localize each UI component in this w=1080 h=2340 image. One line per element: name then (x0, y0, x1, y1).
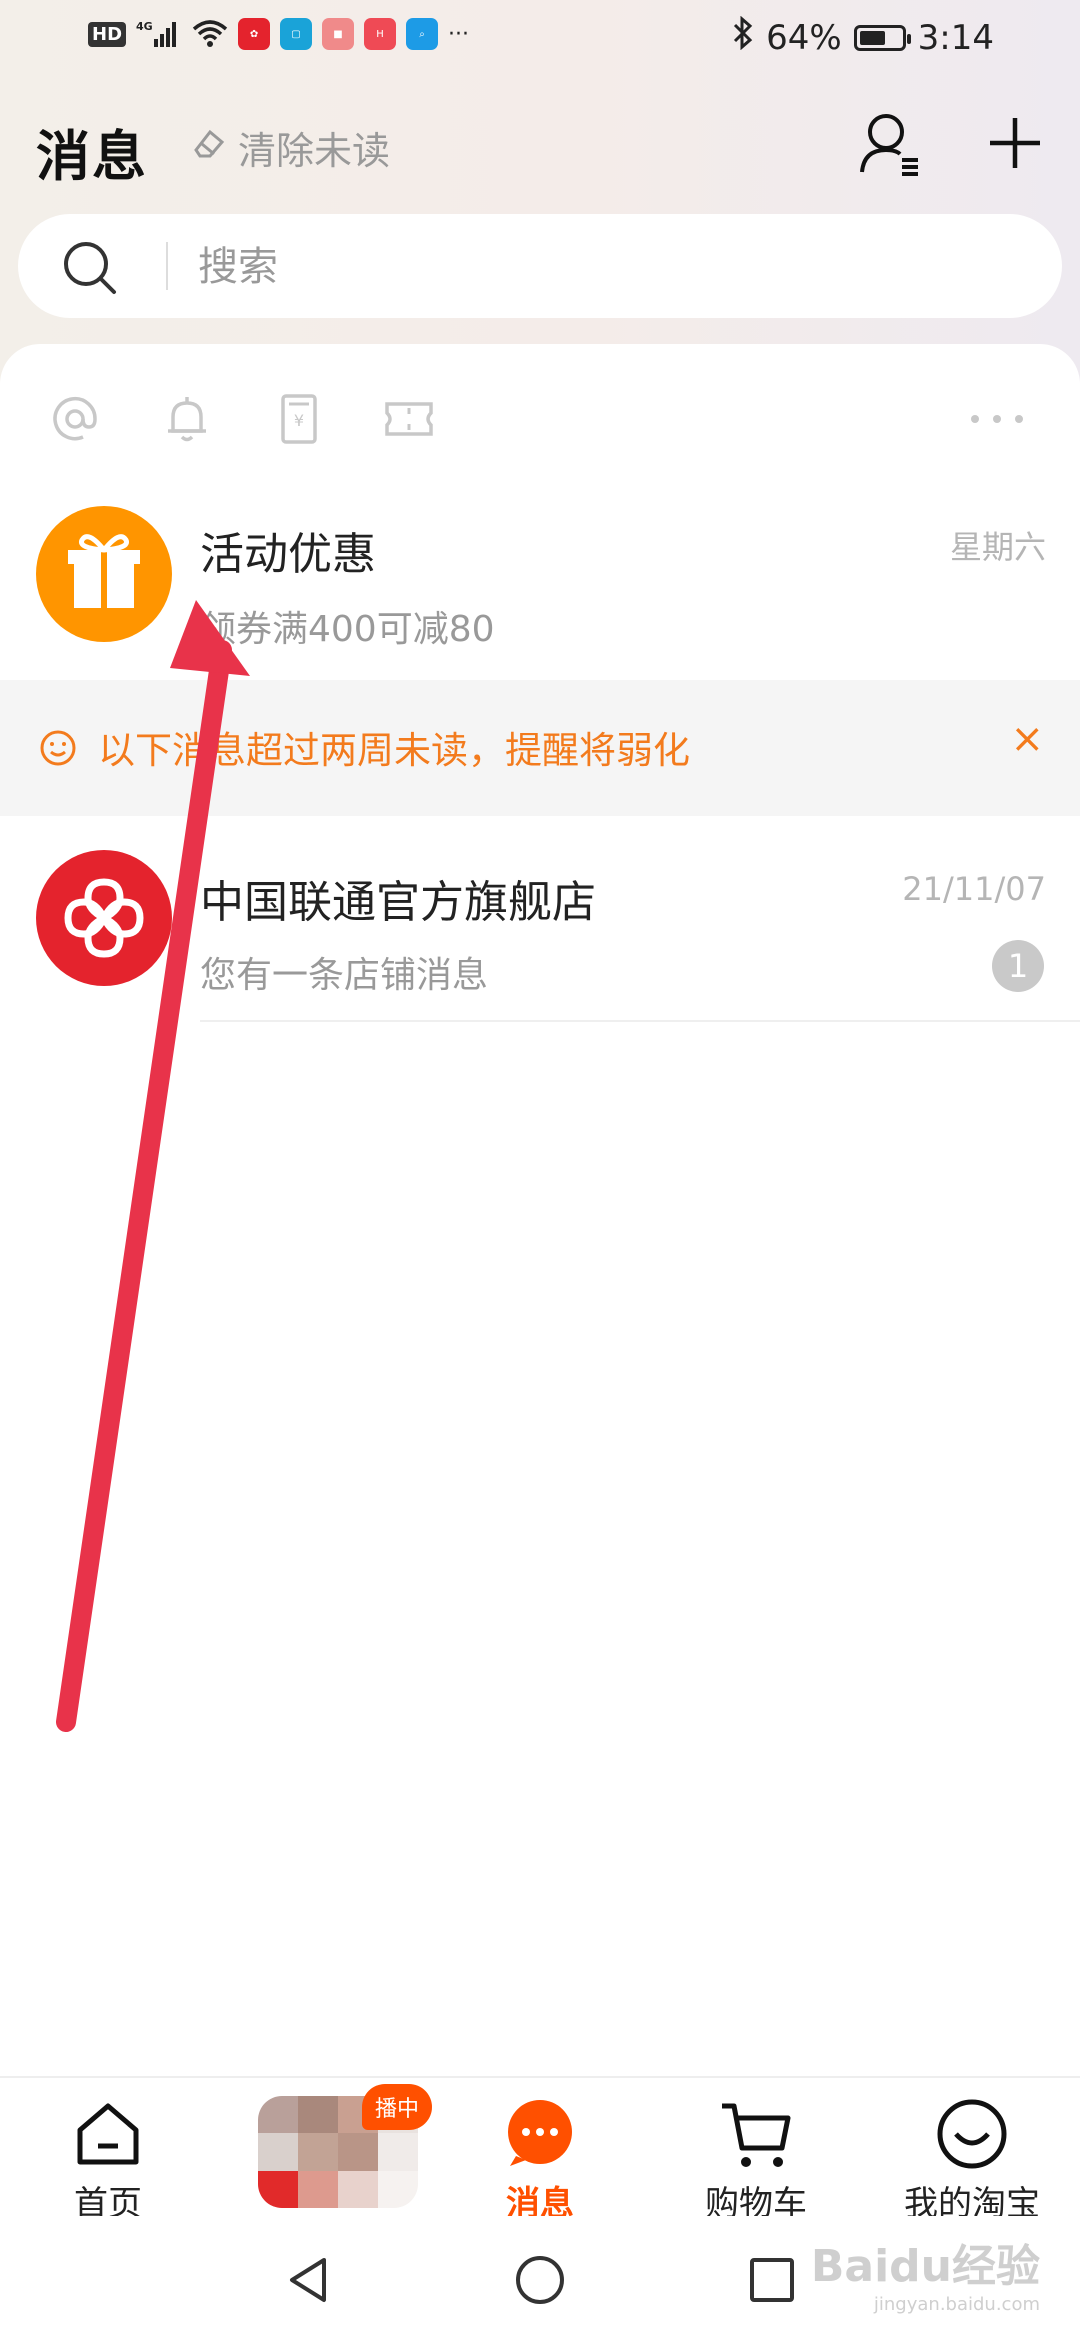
eraser-icon (190, 124, 228, 171)
clear-unread-button[interactable]: 清除未读 (190, 120, 390, 175)
home-circle-icon[interactable] (512, 2252, 568, 2312)
live-stream-tab[interactable]: 播中 (258, 2084, 432, 2208)
close-icon[interactable]: × (1010, 716, 1044, 762)
page-title: 消息 (36, 125, 148, 188)
list-item[interactable]: 活动优惠 领券满400可减80 星期六 (0, 488, 1080, 680)
search-icon (58, 236, 122, 304)
app-notification-icon: ■ (322, 18, 355, 50)
quick-filter-row: ¥ (0, 384, 1080, 464)
message-preview: 领券满400可减80 (200, 609, 495, 650)
list-divider (200, 1020, 1080, 1022)
message-preview: 您有一条店铺消息 (200, 955, 489, 996)
clock: 3:14 (917, 17, 994, 58)
sender-name: 中国联通官方旗舰店 (200, 877, 596, 928)
battery-percent: 64% (766, 17, 842, 58)
app-notification-icon: ▢ (280, 18, 313, 50)
search-bar[interactable] (18, 214, 1062, 318)
status-left: HD 4G ✿ ▢ ■ H ⌕ ··· (88, 18, 469, 50)
live-tag: 播中 (362, 2084, 432, 2130)
battery-icon (853, 24, 911, 51)
list-item[interactable]: 中国联通官方旗舰店 您有一条店铺消息 21/11/07 1 (0, 816, 1080, 1022)
clear-unread-label: 清除未读 (238, 129, 391, 173)
cellular-signal-icon: 4G (136, 19, 182, 49)
watermark-text: Baidu经验 (810, 2241, 1040, 2292)
search-app-icon: ⌕ (406, 18, 439, 50)
tab-mine[interactable]: 我的淘宝 (882, 2088, 1062, 2224)
watermark-url: jingyan.baidu.com (873, 2294, 1040, 2315)
huawei-app-icon: H (364, 18, 397, 50)
back-icon[interactable] (280, 2252, 336, 2312)
smile-face-icon (934, 2096, 1010, 2176)
status-right: 64% 3:14 (732, 15, 994, 59)
unread-badge: 1 (992, 940, 1044, 992)
bottom-tab-bar: 首页 消息 购物车 我的淘宝 (0, 2076, 1080, 2224)
tab-cart[interactable]: 购物车 (666, 2088, 846, 2224)
contacts-icon[interactable] (856, 108, 926, 178)
hd-indicator: HD (88, 21, 127, 47)
search-divider (166, 242, 168, 290)
tab-messages[interactable]: 消息 (450, 2088, 630, 2224)
bluetooth-icon (732, 15, 754, 59)
notice-text: 以下消息超过两周未读，提醒将弱化 (98, 729, 690, 772)
coupon-icon[interactable]: ¥ (264, 384, 334, 454)
smile-icon (38, 728, 78, 772)
unread-notice-banner: 以下消息超过两周未读，提醒将弱化 × (0, 680, 1080, 816)
baidu-watermark: Baidu经验 jingyan.baidu.com (811, 2230, 1040, 2315)
bell-icon[interactable] (152, 384, 222, 454)
status-bar: HD 4G ✿ ▢ ■ H ⌕ ··· 64% 3:14 (0, 0, 1080, 84)
home-icon (70, 2096, 146, 2176)
more-icon[interactable] (962, 384, 1032, 454)
at-icon[interactable] (40, 384, 110, 454)
app-notification-icon: ✿ (238, 18, 271, 50)
svg-text:¥: ¥ (294, 411, 304, 430)
gift-icon (36, 506, 172, 642)
svg-text:4G: 4G (136, 20, 153, 33)
search-input[interactable] (196, 236, 1000, 298)
ticket-icon[interactable] (374, 384, 444, 454)
message-time: 星期六 (949, 528, 1046, 566)
recents-icon[interactable] (744, 2252, 800, 2312)
cart-icon (716, 2096, 796, 2180)
sender-name: 活动优惠 (200, 529, 376, 580)
china-unicom-logo (36, 850, 172, 986)
message-time: 21/11/07 (902, 870, 1046, 908)
tab-home[interactable]: 首页 (18, 2088, 198, 2224)
wifi-icon (192, 19, 228, 49)
more-notifications-icon: ··· (448, 21, 469, 47)
add-icon[interactable] (980, 108, 1050, 178)
message-bubble-icon (502, 2096, 578, 2176)
